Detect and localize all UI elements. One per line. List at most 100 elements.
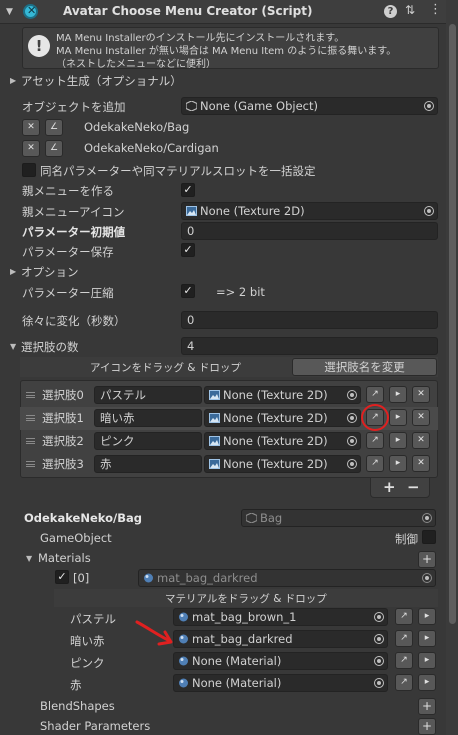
material-drag-label: マテリアルをドラッグ & ドロップ bbox=[165, 593, 327, 605]
foldout-arrow-icon[interactable]: ▼ bbox=[6, 7, 13, 17]
annotation-circle bbox=[361, 404, 389, 431]
choice-icon-field[interactable]: None (Texture 2D) bbox=[204, 455, 361, 473]
choice-icon-field[interactable]: None (Texture 2D) bbox=[204, 432, 361, 450]
bulk-setting-checkbox[interactable] bbox=[22, 163, 36, 177]
apply-material-button[interactable]: ↗ bbox=[395, 630, 413, 647]
gradual-input[interactable]: 0 bbox=[181, 311, 438, 329]
asset-gen-foldout[interactable]: アセット生成（オプショナル） bbox=[21, 73, 182, 89]
object-picker-icon[interactable] bbox=[424, 101, 434, 111]
object-picker-icon[interactable] bbox=[424, 206, 434, 216]
remove-choice-button[interactable]: ✕ bbox=[412, 386, 430, 403]
material-row-field[interactable]: mat_bag_darkred bbox=[173, 630, 388, 648]
material-row-label: パステル bbox=[70, 612, 116, 626]
choice-row: 選択肢2 ピンク None (Texture 2D) ↗ ▸ ✕ bbox=[20, 430, 438, 453]
apply-material-button[interactable]: ↗ bbox=[395, 652, 413, 669]
rename-choices-button[interactable]: 選択肢名を変更 bbox=[292, 358, 437, 376]
remove-object-button[interactable]: ✕ bbox=[22, 140, 40, 157]
object-section-title: OdekakeNeko/Bag bbox=[24, 511, 142, 525]
icon-drag-label: アイコンをドラッグ & ドロップ bbox=[90, 362, 241, 374]
object-picker-icon[interactable] bbox=[347, 459, 357, 469]
materials-fold-icon[interactable]: ▼ bbox=[26, 554, 32, 563]
play-button[interactable]: ▸ bbox=[418, 630, 436, 647]
object-item-1: OdekakeNeko/Cardigan bbox=[84, 141, 219, 155]
param-initial-input[interactable]: 0 bbox=[181, 222, 438, 240]
material-row-field[interactable]: mat_bag_brown_1 bbox=[173, 608, 388, 626]
play-button[interactable]: ▸ bbox=[418, 652, 436, 669]
material-slot-field[interactable]: mat_bag_darkred bbox=[138, 569, 436, 587]
choice-count-fold-icon[interactable]: ▼ bbox=[10, 342, 16, 351]
drag-handle-icon[interactable] bbox=[26, 415, 35, 421]
apply-material-button[interactable]: ↗ bbox=[395, 608, 413, 625]
object-ref-field[interactable]: Bag bbox=[241, 509, 436, 527]
play-button[interactable]: ▸ bbox=[389, 455, 407, 472]
more-menu-icon[interactable]: ⋮ bbox=[429, 2, 442, 17]
apply-icon-button[interactable]: ↗ bbox=[366, 455, 384, 472]
object-picker-icon[interactable] bbox=[422, 513, 432, 523]
remove-choice-button[interactable]: ✕ bbox=[412, 409, 430, 426]
gameobject-icon bbox=[186, 101, 197, 111]
material-row-field[interactable]: None (Material) bbox=[173, 652, 388, 670]
parent-icon-field[interactable]: None (Texture 2D) bbox=[181, 202, 438, 220]
scrollbar-thumb[interactable] bbox=[449, 24, 456, 624]
add-shader-param-button[interactable]: + bbox=[418, 718, 436, 735]
control-checkbox[interactable] bbox=[422, 530, 436, 544]
apply-icon-button[interactable]: ↗ bbox=[366, 432, 384, 449]
object-picker-icon[interactable] bbox=[374, 656, 384, 666]
drag-handle-icon[interactable] bbox=[26, 461, 35, 467]
add-object-field[interactable]: None (Game Object) bbox=[181, 97, 438, 115]
materials-foldout[interactable]: Materials bbox=[38, 551, 91, 565]
drag-handle-icon[interactable] bbox=[26, 438, 35, 444]
choice-count-input[interactable]: 4 bbox=[181, 337, 438, 355]
play-button[interactable]: ▸ bbox=[389, 432, 407, 449]
add-choice-button[interactable]: + bbox=[383, 478, 396, 496]
remove-choice-button[interactable]: ✕ bbox=[412, 455, 430, 472]
material-icon bbox=[179, 656, 188, 666]
add-object-label: オブジェクトを追加 bbox=[22, 100, 126, 114]
remove-choice-list-button[interactable]: − bbox=[407, 478, 420, 496]
scrollbar-track[interactable] bbox=[446, 0, 458, 735]
apply-icon-button[interactable]: ↗ bbox=[366, 386, 384, 403]
choice-name-input[interactable]: ピンク bbox=[94, 432, 202, 450]
play-button[interactable]: ▸ bbox=[389, 386, 407, 403]
choice-name-input[interactable]: 暗い赤 bbox=[94, 409, 202, 427]
object-picker-icon[interactable] bbox=[374, 634, 384, 644]
add-material-button[interactable]: + bbox=[418, 551, 436, 568]
presets-icon[interactable]: ⇅ bbox=[405, 3, 415, 17]
choices-header: アイコンをドラッグ & ドロップ 選択肢名を変更 bbox=[20, 357, 438, 377]
play-button[interactable]: ▸ bbox=[418, 674, 436, 691]
shader-params-label: Shader Parameters bbox=[40, 719, 151, 733]
add-blendshape-button[interactable]: + bbox=[418, 698, 436, 715]
choice-name-input[interactable]: パステル bbox=[94, 386, 202, 404]
component-header: ▼ ✕ Avatar Choose Menu Creator (Script) … bbox=[0, 0, 458, 24]
drag-handle-icon[interactable] bbox=[26, 392, 35, 398]
material-row-field[interactable]: None (Material) bbox=[173, 674, 388, 692]
options-fold-icon[interactable]: ▶ bbox=[10, 267, 16, 276]
choice-name-input[interactable]: 赤 bbox=[94, 455, 202, 473]
choice-icon-field[interactable]: None (Texture 2D) bbox=[204, 386, 361, 404]
rename-object-button[interactable]: ∠ bbox=[45, 119, 63, 136]
rename-object-button[interactable]: ∠ bbox=[45, 140, 63, 157]
remove-choice-button[interactable]: ✕ bbox=[412, 432, 430, 449]
object-picker-icon[interactable] bbox=[347, 436, 357, 446]
texture-icon bbox=[209, 413, 220, 423]
object-picker-icon[interactable] bbox=[374, 612, 384, 622]
help-icon[interactable]: ? bbox=[384, 5, 397, 18]
parent-icon-label: 親メニューアイコン bbox=[22, 205, 125, 219]
object-picker-icon[interactable] bbox=[347, 390, 357, 400]
object-picker-icon[interactable] bbox=[347, 413, 357, 423]
param-compress-checkbox[interactable]: ✓ bbox=[181, 284, 195, 298]
param-save-checkbox[interactable]: ✓ bbox=[181, 243, 195, 257]
material-slot-checkbox[interactable]: ✓ bbox=[55, 570, 69, 584]
play-button[interactable]: ▸ bbox=[418, 608, 436, 625]
material-icon bbox=[144, 573, 153, 583]
asset-gen-fold-icon[interactable]: ▶ bbox=[10, 76, 16, 85]
object-picker-icon[interactable] bbox=[374, 678, 384, 688]
info-box: ! MA Menu Installerのインストール先にインストールされます。 … bbox=[22, 27, 439, 70]
apply-material-button[interactable]: ↗ bbox=[395, 674, 413, 691]
parent-menu-checkbox[interactable]: ✓ bbox=[181, 183, 195, 197]
choice-icon-field[interactable]: None (Texture 2D) bbox=[204, 409, 361, 427]
object-picker-icon[interactable] bbox=[422, 573, 432, 583]
options-foldout[interactable]: オプション bbox=[21, 264, 79, 280]
play-button[interactable]: ▸ bbox=[389, 409, 407, 426]
remove-object-button[interactable]: ✕ bbox=[22, 119, 40, 136]
